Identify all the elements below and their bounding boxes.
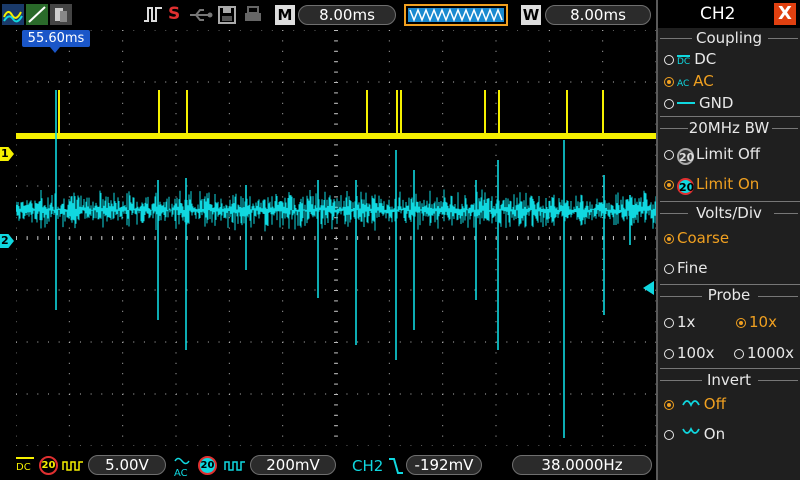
bw-option-on[interactable]: 20 Limit On <box>664 175 759 195</box>
probe-option-1000x[interactable]: 1000x <box>734 344 794 362</box>
radio-icon <box>664 99 674 109</box>
probe-option-1x[interactable]: 1x <box>664 313 695 331</box>
bw-off-label: Limit Off <box>696 145 761 163</box>
invert-on-icon <box>681 426 700 434</box>
ch1-bw-limit-icon: 20 <box>39 456 58 475</box>
memory-position-bar[interactable] <box>404 4 508 26</box>
invert-option-on[interactable]: On <box>664 425 725 443</box>
coupling-option-dc[interactable]: DC DC <box>664 50 716 68</box>
volts-option-coarse[interactable]: Coarse <box>664 229 729 247</box>
volts-fine-label: Fine <box>677 259 708 277</box>
ground-icon <box>677 102 695 104</box>
ch1-scale-value[interactable]: 5.00V <box>88 455 166 475</box>
coupling-gnd-label: GND <box>699 94 734 112</box>
trigger-level-value[interactable]: -192mV <box>406 455 482 475</box>
trigger-source-label: CH2 <box>352 457 384 475</box>
side-menu-header: CH2 X <box>658 0 800 28</box>
status-bar: DC 20 5.00V AC 20 200mV CH2 -192mV 38.00… <box>0 450 656 480</box>
bw-section-label: 20MHz BW <box>688 119 770 137</box>
probe-1000x-label: 1000x <box>747 344 795 362</box>
display-mode-icon[interactable] <box>2 4 24 25</box>
probe-100x-label: 100x <box>677 344 715 362</box>
ch2-scale-value[interactable]: 200mV <box>250 455 336 475</box>
trigger-edge-icon <box>142 4 164 25</box>
radio-icon <box>664 55 674 65</box>
invert-off-icon <box>681 400 700 408</box>
probe-section-label: Probe <box>707 286 751 304</box>
side-menu-title: CH2 <box>700 4 736 24</box>
invert-option-off[interactable]: Off <box>664 395 726 413</box>
waveform-display <box>15 29 657 447</box>
usb-icon <box>188 4 214 25</box>
persist-icon[interactable] <box>50 4 72 25</box>
volts-section-label: Volts/Div <box>696 204 762 222</box>
ch2-bw-limit-icon: 20 <box>198 456 217 475</box>
radio-icon <box>664 349 674 359</box>
radio-selected-icon <box>664 234 674 244</box>
invert-off-label: Off <box>703 395 726 413</box>
close-button[interactable]: X <box>774 3 796 25</box>
radio-selected-icon <box>664 180 674 190</box>
volts-option-fine[interactable]: Fine <box>664 259 707 277</box>
memory-waveform-icon <box>408 7 504 23</box>
radio-icon <box>664 150 674 160</box>
dc-coupling-icon: DC <box>677 55 691 67</box>
bw-on-icon: 20 <box>677 178 694 195</box>
ch2-invert-icon <box>224 458 246 478</box>
vector-display-icon[interactable] <box>26 4 48 25</box>
top-toolbar: S M 8.00ms W 8.00ms <box>0 0 656 30</box>
bw-option-off[interactable]: 20 Limit Off <box>664 145 760 165</box>
probe-10x-label: 10x <box>749 313 777 331</box>
radio-selected-icon <box>664 400 674 410</box>
cursor-time-badge[interactable]: 55.60ms <box>22 30 90 47</box>
save-icon[interactable] <box>216 4 238 25</box>
coupling-dc-label: DC <box>694 50 717 68</box>
ch1-coupling-icon: DC <box>16 457 34 475</box>
ch2-coupling-label: AC <box>174 468 188 479</box>
ch1-coupling-label: DC <box>16 462 31 473</box>
trigger-position-marker[interactable] <box>50 47 60 53</box>
radio-selected-icon <box>736 318 746 328</box>
trigger-slope-icon <box>388 456 404 480</box>
radio-icon <box>664 430 674 440</box>
graticule <box>15 29 657 447</box>
ch2-coupling-icon: AC <box>174 456 190 479</box>
probe-1x-label: 1x <box>677 313 696 331</box>
ch1-trace <box>16 90 656 139</box>
window-timebase-value[interactable]: 8.00ms <box>545 5 651 25</box>
run-state-label: S <box>168 4 181 24</box>
waveform-area[interactable] <box>15 29 657 447</box>
radio-icon <box>664 318 674 328</box>
probe-option-100x[interactable]: 100x <box>664 344 715 362</box>
ac-coupling-icon: AC <box>677 79 690 89</box>
coupling-section-label: Coupling <box>695 29 763 47</box>
ch2-ground-marker[interactable]: 2 <box>0 234 14 248</box>
ch1-bw-label: 20 <box>41 460 56 471</box>
timebase-value[interactable]: 8.00ms <box>298 5 396 25</box>
main-timebase-label: M <box>275 5 295 25</box>
volts-coarse-label: Coarse <box>677 229 730 247</box>
radio-icon <box>664 264 674 274</box>
bw-on-label: Limit On <box>696 175 760 193</box>
print-icon[interactable] <box>242 4 264 25</box>
window-timebase-label: W <box>521 5 541 25</box>
frequency-value: 38.0000Hz <box>512 455 652 475</box>
trigger-level-marker[interactable] <box>643 281 654 295</box>
ch2-trace <box>15 90 657 438</box>
close-icon: X <box>778 3 792 24</box>
radio-selected-icon <box>664 77 674 87</box>
probe-option-10x[interactable]: 10x <box>736 313 777 331</box>
bw-off-icon: 20 <box>677 148 694 165</box>
ch1-ground-marker[interactable]: 1 <box>0 147 14 161</box>
coupling-option-ac[interactable]: AC AC <box>664 72 714 90</box>
radio-icon <box>734 349 744 359</box>
ch1-invert-icon <box>62 458 84 478</box>
invert-section-label: Invert <box>706 371 752 389</box>
coupling-option-gnd[interactable]: GND <box>664 94 733 112</box>
invert-on-label: On <box>703 425 726 443</box>
ch2-bw-label: 20 <box>200 460 215 471</box>
ch2-side-menu: CH2 X Coupling DC DC AC AC GND 20MHz BW 20… <box>656 0 800 480</box>
coupling-ac-label: AC <box>693 72 714 90</box>
